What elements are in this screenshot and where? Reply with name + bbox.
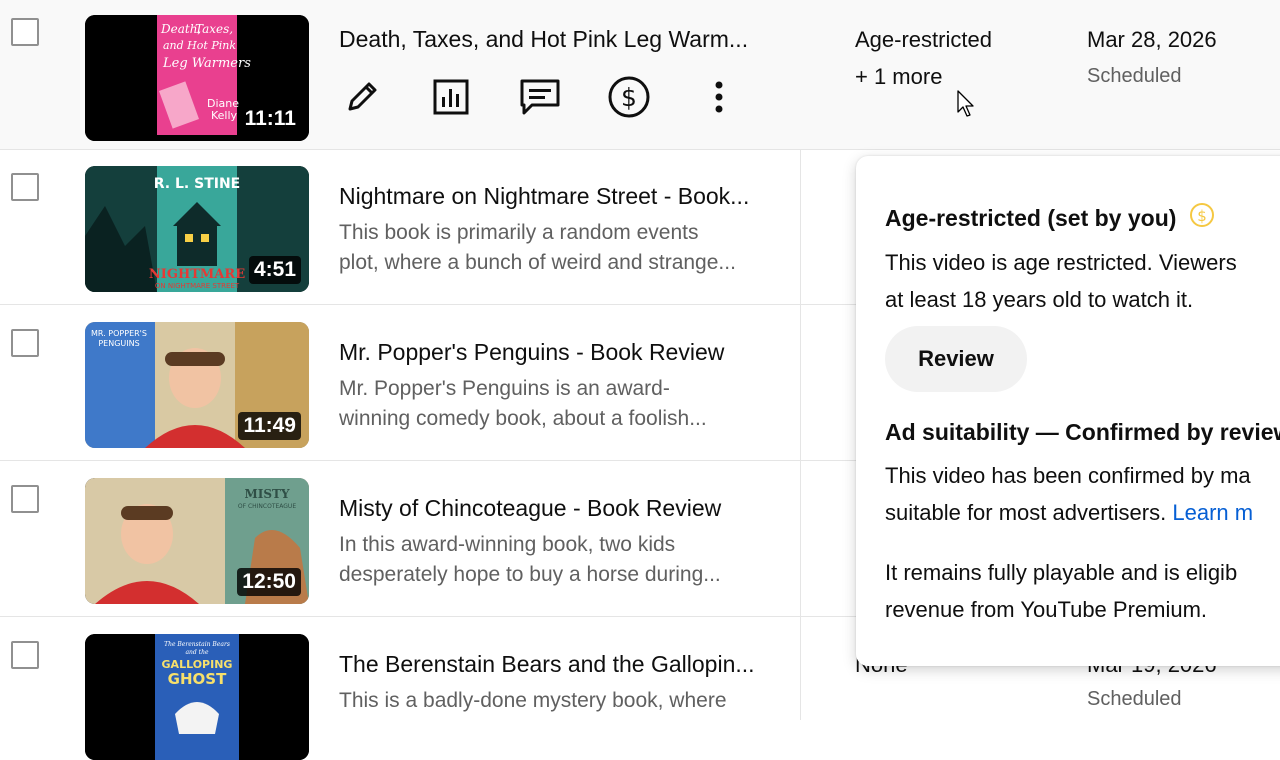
row-checkbox[interactable] — [11, 173, 39, 201]
video-description: Mr. Popper's Penguins is an award- winni… — [339, 374, 779, 434]
thumb-text: Taxes, — [195, 22, 233, 36]
playability-text: It remains fully playable and is eligib — [885, 560, 1238, 585]
ad-suitability-text: suitable for most advertisers. Learn m — [885, 494, 1253, 531]
thumb-text: The Berenstain Bears — [164, 641, 230, 648]
comments-button[interactable] — [518, 75, 562, 119]
analytics-button[interactable] — [429, 75, 473, 119]
video-title[interactable]: Nightmare on Nightmare Street - Book... — [339, 183, 749, 210]
video-date-status: Scheduled — [1087, 65, 1182, 87]
video-thumbnail[interactable]: MISTY OF CHINCOTEAGUE 12:50 — [85, 478, 309, 604]
video-description: This book is primarily a random events p… — [339, 218, 779, 278]
video-duration: 11:49 — [238, 412, 301, 440]
thumb-text: Kelly — [211, 109, 238, 122]
row-checkbox[interactable] — [11, 18, 39, 46]
video-date: Mar 28, 2026 — [1087, 27, 1217, 52]
thumb-text: GHOST — [168, 670, 227, 688]
svg-text:$: $ — [1197, 207, 1207, 225]
description-line: This book is primarily a random events — [339, 221, 699, 244]
video-thumbnail[interactable]: MR. POPPER'S PENGUINS 11:49 — [85, 322, 309, 448]
video-duration: 12:50 — [237, 568, 301, 596]
thumb-text: and Hot Pink — [163, 39, 236, 52]
video-title[interactable]: The Berenstain Bears and the Gallopin... — [339, 651, 755, 678]
restriction-label[interactable]: Age-restricted — [855, 27, 992, 53]
options-button[interactable] — [697, 75, 741, 119]
thumb-text: R. L. STINE — [154, 176, 240, 192]
description-line: desperately hope to buy a horse during..… — [339, 563, 721, 586]
monetization-button[interactable]: $ — [607, 75, 651, 119]
playability-text: revenue from YouTube Premium. — [885, 597, 1208, 622]
row-checkbox[interactable] — [11, 485, 39, 513]
edit-details-button[interactable] — [340, 75, 384, 119]
age-restricted-text: This video is age restricted. Viewers — [885, 250, 1237, 275]
description-line: winning comedy book, about a foolish... — [339, 407, 707, 430]
learn-more-link[interactable]: Learn m — [1172, 500, 1253, 525]
thumb-text: OF CHINCOTEAGUE — [238, 503, 296, 510]
row-checkbox[interactable] — [11, 329, 39, 357]
video-thumbnail[interactable]: Death, Taxes, and Hot Pink Leg Warmers D… — [85, 15, 309, 141]
ad-suitability-heading: Ad suitability — Confirmed by review — [885, 419, 1280, 445]
description-line: This is a badly-done mystery book, where — [339, 689, 727, 712]
ad-suitability-text-part: suitable for most advertisers. — [885, 500, 1167, 525]
video-row[interactable]: Death, Taxes, and Hot Pink Leg Warmers D… — [0, 0, 1280, 150]
thumb-text: NIGHTMARE — [149, 267, 245, 282]
svg-text:$: $ — [621, 83, 637, 112]
analytics-icon — [433, 79, 469, 115]
thumb-text: PENGUINS — [98, 339, 139, 348]
thumb-text: MR. POPPER'S — [91, 329, 147, 338]
thumb-text: MISTY — [244, 487, 289, 501]
row-checkbox[interactable] — [11, 641, 39, 669]
description-line: Mr. Popper's Penguins is an award- — [339, 377, 670, 400]
more-vert-icon — [715, 81, 723, 113]
video-title[interactable]: Death, Taxes, and Hot Pink Leg Warm... — [339, 26, 748, 53]
comments-icon — [520, 79, 560, 115]
thumbnail-art: The Berenstain Bears and the GALLOPING G… — [85, 634, 309, 760]
age-restricted-heading: Age-restricted (set by you) — [885, 205, 1177, 231]
age-restricted-text: at least 18 years old to watch it. — [885, 287, 1194, 312]
ad-suitability-text: This video has been confirmed by ma — [885, 463, 1251, 488]
video-thumbnail[interactable]: R. L. STINE NIGHTMARE ON NIGHTMARE STREE… — [85, 166, 309, 292]
description-line: In this award-winning book, two kids — [339, 533, 676, 556]
video-duration: 4:51 — [248, 256, 301, 284]
pencil-icon — [348, 82, 377, 111]
video-description: In this award-winning book, two kids des… — [339, 530, 779, 590]
mouse-cursor-icon — [957, 90, 974, 117]
video-description: This is a badly-done mystery book, where — [339, 686, 779, 716]
thumb-text: ON NIGHTMARE STREET — [155, 282, 240, 290]
video-duration: 11:11 — [239, 105, 301, 133]
restriction-more[interactable]: + 1 more — [855, 64, 942, 90]
thumb-text: and the — [185, 649, 208, 656]
video-date-status: Scheduled — [1087, 688, 1182, 710]
monetization-icon: $ — [608, 76, 650, 118]
restrictions-popup: Age-restricted (set by you) $ This video… — [856, 156, 1280, 666]
description-line: plot, where a bunch of weird and strange… — [339, 251, 736, 274]
thumb-text: Leg Warmers — [162, 56, 251, 71]
video-title[interactable]: Mr. Popper's Penguins - Book Review — [339, 339, 724, 366]
video-title[interactable]: Misty of Chincoteague - Book Review — [339, 495, 721, 522]
review-button[interactable]: Review — [885, 326, 1027, 392]
dollar-coin-icon: $ — [1190, 203, 1214, 227]
video-thumbnail[interactable]: The Berenstain Bears and the GALLOPING G… — [85, 634, 309, 760]
